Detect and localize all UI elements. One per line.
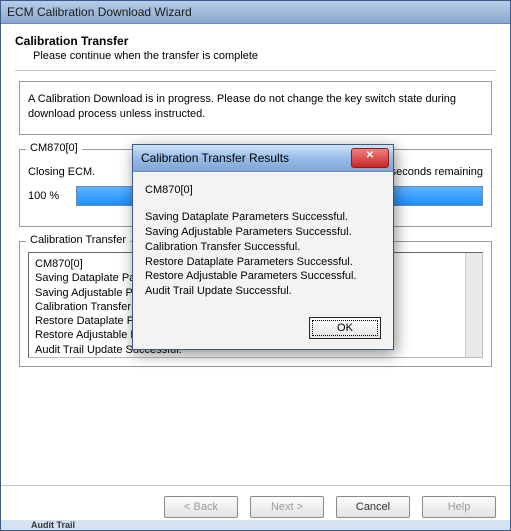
cancel-button[interactable]: Cancel [336,496,410,518]
status-left-text: Closing ECM. [28,166,95,178]
dialog-titlebar: Calibration Transfer Results ✕ [133,145,393,172]
results-dialog: Calibration Transfer Results ✕ CM870[0] … [132,144,394,350]
page-heading: Calibration Transfer [15,34,496,48]
divider [15,70,496,71]
dialog-line: Saving Adjustable Parameters Successful. [145,225,381,240]
progress-percent-label: 100 % [28,190,70,202]
back-button: < Back [164,496,238,518]
warning-text: A Calibration Download is in progress. P… [28,92,483,123]
dialog-line: Audit Trail Update Successful. [145,284,381,299]
status-right-text: 0 seconds remaining [381,166,483,178]
wizard-titlebar: ECM Calibration Download Wizard [1,1,510,24]
dialog-body: CM870[0] Saving Dataplate Parameters Suc… [133,172,393,349]
close-icon: ✕ [366,150,374,161]
page-subheading: Please continue when the transfer is com… [33,50,496,62]
dialog-line: Restore Dataplate Parameters Successful. [145,255,381,270]
warning-groupbox: A Calibration Download is in progress. P… [19,81,492,135]
background-fragment: Audit Trail [1,520,510,530]
vertical-scrollbar[interactable] [465,253,482,357]
next-button: Next > [250,496,324,518]
help-button: Help [422,496,496,518]
background-fragment-text: Audit Trail [31,520,75,530]
dialog-line: Calibration Transfer Successful. [145,240,381,255]
dialog-line: Restore Adjustable Parameters Successful… [145,269,381,284]
ok-button[interactable]: OK [309,317,381,339]
close-button[interactable]: ✕ [351,148,389,168]
dialog-line: Saving Dataplate Parameters Successful. [145,210,381,225]
dialog-message-lines: Saving Dataplate Parameters Successful. … [145,210,381,299]
wizard-button-row: < Back Next > Cancel Help [1,485,510,524]
dialog-title: Calibration Transfer Results [141,151,289,165]
wizard-title: ECM Calibration Download Wizard [7,5,192,19]
dialog-device-label: CM870[0] [145,184,381,196]
